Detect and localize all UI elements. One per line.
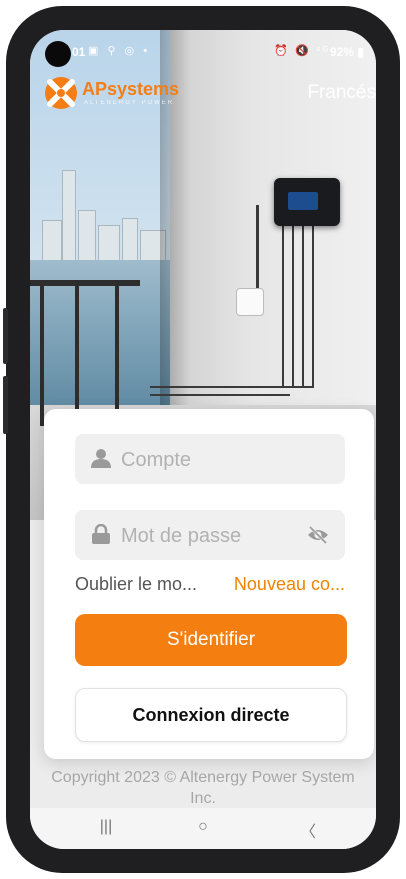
microinverter-illustration <box>274 178 340 226</box>
power-button <box>3 376 8 434</box>
copyright-text: Copyright 2023 © Altenergy Power System … <box>51 769 355 807</box>
system-nav-bar: ||| ○ 〈 <box>30 808 376 849</box>
app-screen: 01 ▣ ⚲ ◎ • ⏰ 🔇 ⁴ᴳ 92% ▮ APsystems ALTENE… <box>30 30 376 849</box>
back-icon[interactable]: 〈 <box>296 818 320 841</box>
notification-icons: ▣ ⚲ ◎ • <box>88 45 151 57</box>
account-links: Oublier le mo... Nouveau co... <box>75 574 345 600</box>
logo-wordmark: APsystems <box>82 79 180 99</box>
system-icons: ⏰ 🔇 ⁴ᴳ <box>274 45 330 57</box>
account-field[interactable] <box>75 434 345 486</box>
login-button[interactable]: S'identifier <box>75 614 347 666</box>
home-icon[interactable]: ○ <box>191 818 215 838</box>
password-input[interactable] <box>119 510 313 562</box>
lock-icon <box>92 524 110 544</box>
user-icon <box>91 449 111 468</box>
forgot-password-link[interactable]: Oublier le mo... <box>75 574 197 595</box>
language-selector[interactable]: Francés <box>307 82 376 104</box>
recents-icon[interactable]: ||| <box>94 818 118 838</box>
eye-off-icon[interactable] <box>307 525 329 545</box>
account-input[interactable] <box>119 434 313 486</box>
logo-tagline: ALTENERGY POWER <box>84 100 175 106</box>
password-field[interactable] <box>75 510 345 562</box>
logo-mark-icon <box>45 77 77 109</box>
status-time: 01 <box>72 45 86 59</box>
battery-level: 92% ▮ <box>330 45 364 59</box>
front-camera <box>45 41 71 67</box>
volume-button <box>3 308 8 364</box>
status-bar: 01 ▣ ⚲ ◎ • ⏰ 🔇 ⁴ᴳ 92% ▮ <box>30 30 376 72</box>
direct-connection-button[interactable]: Connexion directe <box>75 688 347 742</box>
new-account-link[interactable]: Nouveau co... <box>234 574 345 595</box>
